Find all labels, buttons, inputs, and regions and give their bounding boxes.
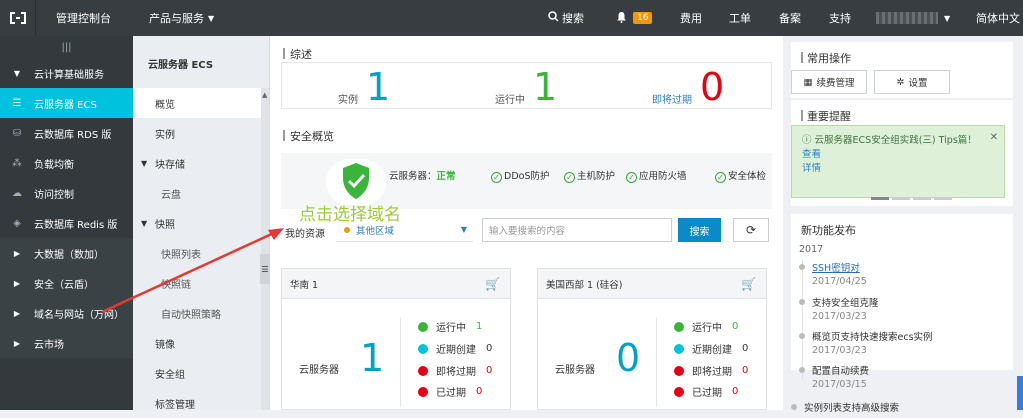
- quick-actions-title: 常用操作: [791, 42, 1013, 66]
- stat-value: 0: [486, 343, 493, 354]
- stat-label: 即将过期: [436, 367, 476, 378]
- status-dot-icon: [418, 386, 428, 397]
- news-date: 2017/03/23: [812, 345, 867, 356]
- news-date: 2017/03/23: [812, 311, 867, 322]
- stat-value: 0: [742, 365, 749, 376]
- card-service: 云服务器: [555, 365, 595, 376]
- alert-link-details[interactable]: 详情: [802, 163, 821, 174]
- status-dot-icon: [418, 343, 428, 354]
- news-item[interactable]: 配置自动续费 2017/03/15: [799, 365, 869, 391]
- renew-button[interactable]: ▦ 续费管理: [791, 70, 867, 94]
- stat-value: 0: [742, 343, 749, 354]
- status-dot-icon: [418, 365, 428, 376]
- news-panel: 新功能发布 2017 SSH密钥对 2017/04/25 支持安全组克隆 2017/…: [791, 214, 1013, 390]
- timeline-dot-icon: [799, 264, 805, 270]
- stat-label: 近期创建: [692, 345, 732, 356]
- alert-notice: ⓘ 云服务器ECS安全组实践(三) Tips篇！ 查看 详情 ✕: [791, 125, 1005, 198]
- news-item[interactable]: 支持安全组克隆 2017/03/23: [799, 297, 879, 323]
- stat-label: 运行中: [436, 323, 466, 334]
- news-date: 2017/03/15: [812, 379, 867, 390]
- timeline-dot-icon: [799, 333, 805, 339]
- alert-text: 云服务器ECS安全组实践(三) Tips篇！: [814, 135, 977, 146]
- stat-label: 近期创建: [436, 345, 476, 356]
- right-edge-tab[interactable]: [1017, 376, 1023, 410]
- stat-value: 1: [476, 321, 483, 332]
- news-item[interactable]: SSH密钥对 2017/04/25: [799, 262, 867, 288]
- timeline-dot-icon: [791, 404, 797, 410]
- carousel-dots[interactable]: [871, 197, 952, 200]
- right-column: 常用操作 ▦ 续费管理 ✲ 设置 重要提醒 ⓘ 云服务器ECS安全组实践(三) Ti…: [783, 36, 1023, 410]
- card-stat[interactable]: 即将过期 0: [418, 363, 492, 378]
- timeline-dot-icon: [799, 367, 805, 373]
- settings-label: 设置: [908, 78, 928, 89]
- status-dot-icon: [674, 365, 684, 376]
- card-header: 美国西部 1 (硅谷): [538, 269, 766, 299]
- stat-label: 已过期: [436, 388, 466, 399]
- alerts-title: 重要提醒: [791, 100, 1013, 124]
- list-icon: ▦: [803, 76, 813, 88]
- news-item-title: 配置自动续费: [812, 366, 870, 377]
- status-dot-icon: [674, 321, 684, 332]
- card-stat[interactable]: 运行中 0: [674, 319, 738, 334]
- close-icon[interactable]: ✕: [990, 131, 998, 145]
- stat-value: 0: [732, 386, 739, 397]
- settings-button[interactable]: ✲ 设置: [874, 70, 950, 94]
- question-circle-icon: ⓘ: [802, 135, 812, 146]
- stat-label: 已过期: [692, 388, 722, 399]
- news-year: 2017: [799, 244, 824, 255]
- stat-value: 0: [486, 365, 493, 376]
- alert-link[interactable]: 查看: [802, 149, 821, 160]
- news-date: 2017/04/25: [812, 276, 867, 287]
- region-card: 美国西部 1 (硅谷) 🛒 云服务器 0 运行中 0 近期创建 0 即将过期 0 已过…: [537, 268, 767, 410]
- news-item[interactable]: 概览页支持快速搜索ecs实例 2017/03/23: [799, 331, 933, 357]
- card-stat[interactable]: 已过期 0: [674, 384, 738, 399]
- stat-label: 运行中: [692, 323, 722, 334]
- quick-actions-panel: 常用操作 ▦ 续费管理 ✲ 设置: [791, 42, 1013, 98]
- card-count[interactable]: 0: [616, 339, 640, 377]
- card-stat[interactable]: 运行中 1: [418, 319, 482, 334]
- status-dot-icon: [418, 321, 428, 332]
- card-count[interactable]: 1: [360, 339, 384, 377]
- news-item-link[interactable]: SSH密钥对: [812, 263, 860, 274]
- card-stat[interactable]: 近期创建 0: [418, 341, 492, 356]
- card-stat[interactable]: 已过期 0: [418, 384, 482, 399]
- card-stat[interactable]: 近期创建 0: [674, 341, 748, 356]
- news-title: 新功能发布: [801, 224, 856, 237]
- stat-value: 0: [476, 386, 483, 397]
- stat-value: 0: [732, 321, 739, 332]
- cart-icon[interactable]: 🛒: [485, 277, 500, 291]
- news-item-title: 概览页支持快速搜索ecs实例: [812, 332, 933, 343]
- cart-icon[interactable]: 🛒: [741, 277, 756, 291]
- news-item-title: 实例列表支持高级搜索: [804, 403, 900, 414]
- renew-label: 续费管理: [816, 78, 855, 89]
- stat-label: 即将过期: [692, 367, 732, 378]
- timeline-dot-icon: [799, 299, 805, 305]
- gear-icon: ✲: [896, 76, 905, 88]
- card-stat[interactable]: 即将过期 0: [674, 363, 748, 378]
- region-card: 华南 1 🛒 云服务器 1 运行中 1 近期创建 0 即将过期 0 已过期 0: [281, 268, 511, 410]
- status-dot-icon: [674, 343, 684, 354]
- card-service: 云服务器: [299, 365, 339, 376]
- news-item[interactable]: 实例列表支持高级搜索: [791, 400, 899, 414]
- news-item-title: 支持安全组克隆: [812, 298, 879, 309]
- status-dot-icon: [674, 386, 684, 397]
- card-header: 华南 1: [282, 269, 510, 299]
